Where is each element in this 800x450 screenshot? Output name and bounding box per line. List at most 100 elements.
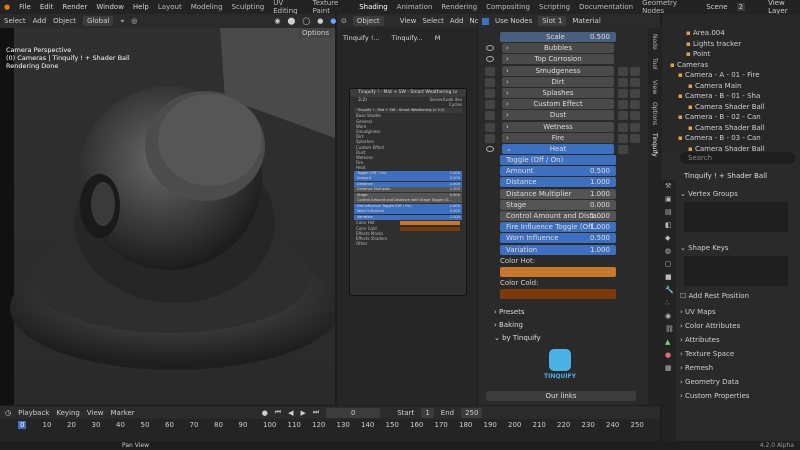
view-layer-icon[interactable]: ◧: [665, 219, 676, 232]
tab-tool[interactable]: Tool: [651, 58, 658, 70]
current-frame-field[interactable]: 0: [326, 407, 381, 418]
outliner-item[interactable]: ▪ Camera - B - 03 - Can: [662, 133, 800, 144]
record-icon[interactable]: ●: [262, 409, 268, 417]
our-links-button[interactable]: Our links: [478, 391, 648, 402]
effect-section[interactable]: › Wetness: [478, 121, 648, 133]
shading-solid-icon[interactable]: ●: [317, 17, 323, 25]
tool-icon[interactable]: ⚒: [665, 180, 676, 193]
checkbox-icon[interactable]: [485, 77, 495, 87]
heat-field[interactable]: Distance Multiplier 1.000: [478, 188, 648, 200]
keying-menu[interactable]: Keying: [56, 409, 80, 417]
settings-icon[interactable]: [630, 77, 640, 87]
eye-icon[interactable]: [486, 56, 494, 63]
by-tinquify-section[interactable]: ⌄ by Tinquify: [478, 332, 648, 345]
outliner-item[interactable]: ▪ Point: [662, 49, 800, 60]
heat-section[interactable]: ⌄ Heat: [478, 143, 648, 155]
view-menu[interactable]: View: [87, 409, 104, 417]
view-menu[interactable]: View: [400, 17, 417, 25]
node-field[interactable]: Variation 1.000: [354, 214, 462, 220]
properties-section[interactable]: › UV Maps: [662, 306, 800, 318]
tab-view[interactable]: View: [651, 80, 658, 94]
eye-icon[interactable]: [486, 45, 494, 52]
node-group-selector[interactable]: Tinquify ! - Mat + SW - Smart Weathering…: [354, 107, 462, 113]
scale-field[interactable]: Scale 0.500: [478, 32, 648, 43]
eye-icon[interactable]: [486, 145, 494, 152]
outliner-item[interactable]: ▪ Camera Shader Ball: [662, 102, 800, 113]
settings-icon[interactable]: [630, 66, 640, 76]
heat-field[interactable]: Control Amount and Dista... 1.000: [478, 211, 648, 222]
object-name[interactable]: Tinquify ! + Shader Ball: [662, 170, 800, 182]
tab-layout[interactable]: Layout: [158, 3, 182, 11]
effect-section[interactable]: › Smudgeness: [478, 65, 648, 77]
outliner-item[interactable]: ▪ Camera - B - 02 - Can: [662, 112, 800, 123]
physics-icon[interactable]: ◉: [665, 310, 676, 323]
world-icon[interactable]: ◍: [665, 245, 676, 258]
marker-menu[interactable]: Marker: [110, 409, 134, 417]
node-panel-row[interactable]: Other: [350, 241, 466, 246]
effect-section[interactable]: › Top Corrosion: [478, 54, 648, 65]
object-icon[interactable]: ■: [665, 271, 676, 284]
menu-render[interactable]: Render: [62, 3, 87, 11]
color-hot-swatch[interactable]: [478, 266, 648, 278]
shape-keys-list[interactable]: [684, 256, 788, 286]
effect-section[interactable]: › Custom Effect: [478, 99, 648, 110]
effect-section[interactable]: › Dirt: [478, 76, 648, 88]
slot-dropdown[interactable]: Slot 1: [538, 16, 567, 26]
heat-field[interactable]: Variation 1.000: [478, 244, 648, 256]
tab-texture-paint[interactable]: Texture Paint: [313, 0, 351, 15]
end-frame-field[interactable]: 250: [461, 407, 483, 418]
tab-compositing[interactable]: Compositing: [486, 3, 530, 11]
properties-section[interactable]: › Color Attributes: [662, 320, 800, 332]
move-icon[interactable]: [618, 122, 628, 132]
node-field[interactable]: Distance 1.000: [354, 181, 462, 187]
properties-search[interactable]: Search: [680, 152, 796, 164]
heat-field[interactable]: Fire Influence Toggle (Off... 1.000: [478, 222, 648, 233]
particles-icon[interactable]: ∴: [665, 297, 676, 310]
object-mode-dropdown[interactable]: Object: [352, 16, 384, 26]
3d-viewport[interactable]: Camera Perspective (0) Cameras | Tinquif…: [0, 28, 335, 405]
breadcrumb-item[interactable]: Tinquify !...: [343, 34, 380, 42]
vertex-groups-section[interactable]: ⌄ Vertex Groups: [662, 188, 800, 200]
options-button[interactable]: Options: [298, 28, 334, 38]
tab-shading[interactable]: Shading: [359, 3, 387, 11]
heat-field[interactable]: Amount 0.500: [478, 166, 648, 177]
node-field[interactable]: Control Amount and Distance with Stage T…: [354, 198, 462, 204]
object-menu[interactable]: Object: [53, 17, 76, 25]
outliner-item[interactable]: ▪ Camera - A - 01 - Fire: [662, 70, 800, 81]
node-field[interactable]: Worn Influence 0.500: [354, 209, 462, 215]
tab-documentation[interactable]: Documentation: [579, 3, 633, 11]
editor-type-icon[interactable]: ⊙: [341, 17, 347, 25]
tab-scripting[interactable]: Scripting: [539, 3, 570, 11]
move-icon[interactable]: [618, 100, 628, 110]
node-field[interactable]: Distance Multiplier 1.000: [354, 187, 462, 193]
tab-modeling[interactable]: Modeling: [191, 3, 223, 11]
color-cold-swatch[interactable]: [478, 288, 648, 300]
add-menu[interactable]: Add: [450, 17, 464, 25]
move-icon[interactable]: [618, 111, 628, 121]
menu-edit[interactable]: Edit: [40, 3, 54, 11]
heat-field[interactable]: Distance 1.000: [478, 177, 648, 188]
proportional-icon[interactable]: ◎: [131, 17, 137, 25]
heat-field[interactable]: Toggle (Off / On): [478, 155, 648, 166]
overlay-icon[interactable]: ⬤: [288, 17, 296, 25]
tab-animation[interactable]: Animation: [397, 3, 433, 11]
collection-icon[interactable]: ▢: [665, 258, 676, 271]
breadcrumb-item[interactable]: Tinquify...: [392, 34, 423, 42]
vertex-groups-list[interactable]: [684, 202, 788, 232]
start-frame-field[interactable]: 1: [421, 407, 434, 418]
effect-section[interactable]: › Fire: [478, 132, 648, 144]
move-icon[interactable]: [618, 133, 628, 143]
node-field[interactable]: Toggle (Off / On) 1.000: [354, 170, 462, 176]
shading-wireframe-icon[interactable]: ◯: [302, 17, 310, 25]
menu-help[interactable]: Help: [133, 3, 149, 11]
clock-icon[interactable]: ◷: [5, 409, 11, 417]
timeline-ruler[interactable]: 0 10 20 30 40 50 60 70 80 90 100 110 120 130 140 150 160…: [0, 419, 660, 441]
node-field[interactable]: Amount 0.500: [354, 176, 462, 182]
baking-section[interactable]: › Baking: [478, 319, 648, 332]
add-menu[interactable]: Add: [33, 17, 47, 25]
move-icon[interactable]: [618, 144, 628, 154]
node-title[interactable]: Tinquify ! - Mat + SW - Smart Weathering…: [350, 89, 466, 103]
playback-menu[interactable]: Playback: [18, 409, 49, 417]
effect-section[interactable]: › Dust: [478, 110, 648, 121]
settings-icon[interactable]: [630, 111, 640, 121]
